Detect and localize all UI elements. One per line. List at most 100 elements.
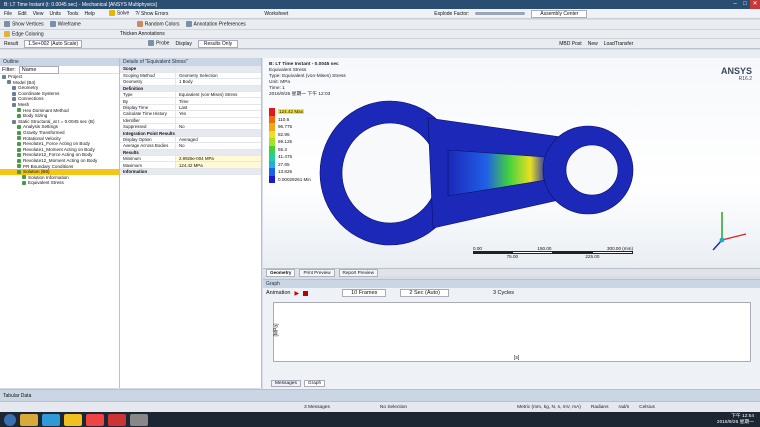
- details-row[interactable]: Information: [120, 168, 261, 176]
- radians-status: Radians: [590, 404, 609, 410]
- graph-ylabel: [MPa]: [273, 323, 280, 337]
- tab-graph[interactable]: Graph: [303, 380, 326, 387]
- animation-label: Animation: [266, 290, 291, 296]
- tree-node-icon: [12, 85, 16, 90]
- clock-date: 2016/9/26 星期一: [716, 419, 754, 425]
- legend-entry: 96.775: [269, 123, 311, 131]
- tree-item-label: Equivalent Stress: [28, 180, 64, 186]
- ansys-workbench-icon[interactable]: [64, 413, 82, 426]
- tree-item-label: Connections: [18, 96, 44, 102]
- legend-label: 82.95: [278, 131, 290, 137]
- graph-panel: Graph Animation ▶ 10 Frames 2 Sec (Auto)…: [263, 279, 760, 389]
- wireframe-button[interactable]: Wireframe: [49, 21, 81, 28]
- load-transfer-button[interactable]: LoadTransfer: [604, 41, 634, 47]
- result-label: Result: [4, 40, 19, 47]
- legend-label: 0.00029261 Min: [278, 176, 311, 182]
- browser-icon[interactable]: [86, 413, 104, 426]
- graph-plot-area[interactable]: [MPa] [s]: [273, 302, 751, 362]
- status-bar: 3 Messages No Selection Metric (mm, kg, …: [0, 401, 760, 412]
- edge-coloring-button[interactable]: Edge Coloring: [4, 30, 44, 37]
- tree-item-label: Body Sizing: [23, 113, 48, 119]
- explorer-icon[interactable]: [20, 413, 38, 426]
- outline-panel: Outline Filter: Name Project Model (B4) Ge…: [0, 58, 120, 388]
- tree-item-label: Revolute1_Moment Acting on Body: [23, 146, 95, 152]
- units-status[interactable]: Metric (mm, kg, N, s, mV, mA): [517, 405, 581, 410]
- speed-select[interactable]: 2 Sec (Auto): [400, 289, 449, 297]
- menu-file[interactable]: File: [4, 11, 12, 17]
- window-titlebar: B: LT Time Instant (t: 0.0045 sec) - Mec…: [0, 0, 760, 9]
- legend-swatch: [269, 115, 275, 123]
- legend-swatch: [269, 168, 275, 176]
- legend-entry: 41.475: [269, 153, 311, 161]
- start-icon[interactable]: [4, 413, 16, 426]
- tree-node-icon: [17, 136, 21, 141]
- scale-bar: 0.00 150.00 300.00 (mm) 75.00 225.00: [473, 246, 633, 259]
- menu-units[interactable]: Units: [49, 11, 60, 17]
- tab-geometry[interactable]: Geometry: [266, 268, 296, 277]
- show-errors-button[interactable]: ?/ Show Errors: [135, 11, 168, 17]
- version-text: R16.2: [738, 76, 752, 82]
- close-icon[interactable]: ✕: [750, 0, 760, 9]
- tree-item-label: Static Structural_at t = 0.0045 sec (B): [18, 118, 95, 124]
- legend-label: 41.475: [278, 154, 293, 160]
- legend-swatch: [269, 108, 275, 116]
- legend-swatch: [269, 145, 275, 153]
- selection-status: No Selection: [379, 404, 408, 410]
- legend-swatch: [269, 175, 275, 183]
- tab-report-preview[interactable]: Report Preview: [338, 268, 378, 277]
- outline-tree: Project Model (B4) Geometry Coordinate Syst…: [0, 74, 119, 186]
- tree-item-label: Model (B4): [13, 79, 36, 85]
- media-icon[interactable]: [42, 413, 60, 426]
- random-colors-button[interactable]: Random Colors: [136, 21, 180, 28]
- graphics-viewport[interactable]: B: LT Time Instant - 0.0045 sec Equivale…: [263, 58, 760, 268]
- tree-node-icon: [2, 74, 6, 79]
- thicken-annotations-button[interactable]: Thicken Annotations: [120, 31, 165, 37]
- tree-node-icon: [12, 97, 16, 102]
- maximize-icon[interactable]: □: [740, 0, 750, 9]
- tree-item-label: Rotational Velocity: [23, 135, 61, 141]
- menu-help[interactable]: Help: [85, 11, 95, 17]
- probe-button[interactable]: Probe: [148, 40, 169, 47]
- frames-select[interactable]: 10 Frames: [342, 289, 387, 297]
- legend-label: 124.42 Max: [278, 109, 305, 115]
- menu-edit[interactable]: Edit: [18, 11, 27, 17]
- window-title: B: LT Time Instant (t: 0.0045 sec) - Mec…: [4, 1, 157, 8]
- menu-tools[interactable]: Tools: [67, 11, 79, 17]
- edge-icon: [4, 30, 10, 37]
- tree-node-icon: [17, 147, 21, 152]
- mbd-post-button[interactable]: MBD Post: [559, 41, 582, 47]
- tree-item[interactable]: Equivalent Stress: [0, 180, 119, 186]
- graph-header: Graph: [263, 280, 760, 288]
- stop-icon[interactable]: [303, 290, 309, 296]
- new-button[interactable]: New: [588, 41, 598, 47]
- scale-75: 75.00: [506, 254, 519, 259]
- tree-node-icon: [22, 181, 26, 186]
- display-select[interactable]: Results Only: [197, 39, 239, 48]
- wireframe-icon: [49, 21, 56, 28]
- rad-status: rad/s: [618, 404, 630, 410]
- legend-entry: 69.125: [269, 138, 311, 146]
- tree-item-label: Revolute1_Force Acting on Body: [23, 141, 90, 147]
- show-vertices-button[interactable]: Show Vertices: [4, 21, 44, 28]
- toolbar-spacer: [0, 50, 760, 58]
- messages-status[interactable]: 3 Messages: [304, 405, 330, 410]
- tree-item-label: Gravity Transformed: [23, 129, 65, 135]
- annotation-preferences-button[interactable]: Annotation Preferences: [185, 21, 246, 28]
- tab-messages[interactable]: Messages: [271, 380, 301, 387]
- settings-icon[interactable]: [130, 413, 148, 426]
- mail-icon[interactable]: [108, 413, 126, 426]
- minimize-icon[interactable]: –: [730, 0, 740, 9]
- result-scale-select[interactable]: 1.5e+002 (Auto Scale): [24, 39, 83, 48]
- worksheet-button[interactable]: Worksheet: [264, 11, 288, 17]
- solve-button[interactable]: Solve: [108, 10, 129, 17]
- play-icon[interactable]: ▶: [294, 290, 299, 297]
- details-key: Integration Point Results: [120, 129, 176, 137]
- tab-print-preview[interactable]: Print Preview: [299, 268, 335, 277]
- tree-node-icon: [17, 169, 21, 174]
- filter-select[interactable]: Name: [18, 65, 59, 74]
- menu-view[interactable]: View: [33, 11, 44, 17]
- explode-slider[interactable]: [475, 12, 526, 15]
- outline-filter: Filter: Name: [0, 65, 119, 74]
- tree-node-icon: [12, 91, 16, 96]
- assembly-center-select[interactable]: Assembly Center: [531, 9, 588, 18]
